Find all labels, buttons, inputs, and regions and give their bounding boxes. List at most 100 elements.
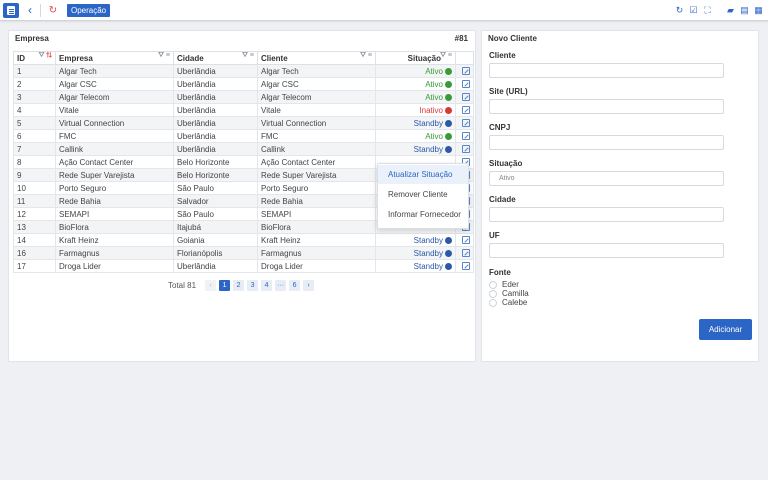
back-button[interactable]: ‹ <box>24 3 36 18</box>
status-label: Standby <box>413 261 443 271</box>
radio-option-camilla[interactable]: Camilla <box>489 289 529 298</box>
radio-option-eder[interactable]: Eder <box>489 280 519 289</box>
record-count: #81 <box>454 34 468 43</box>
table-row[interactable]: 6 FMC Uberlândia FMC Ativo <box>13 129 474 143</box>
radio-button[interactable] <box>489 298 497 307</box>
edit-icon[interactable] <box>462 66 470 75</box>
edit-icon[interactable] <box>462 79 470 88</box>
next-page-button[interactable]: › <box>303 280 315 291</box>
table-row[interactable]: 7 Callink Uberlândia Callink Standby <box>13 142 474 156</box>
app-logo-icon[interactable] <box>3 3 19 18</box>
status-label: Ativo <box>425 79 443 89</box>
site-input[interactable] <box>489 99 724 114</box>
status-label: Ativo <box>425 92 443 102</box>
fullscreen-icon[interactable]: ⛶ <box>702 4 713 16</box>
cell-id: 16 <box>13 246 56 260</box>
cell-cliente: Ação Contact Center <box>257 155 376 169</box>
cell-situacao: Standby <box>375 142 456 156</box>
status-label: Standby <box>413 235 443 245</box>
filter-menu-icon[interactable]: ⛛ ≡ <box>440 53 452 61</box>
table-row[interactable]: 14 Kraft Heinz Goiania Kraft Heinz Standby <box>13 233 474 247</box>
menu-item-remover-cliente[interactable]: Remover Cliente <box>378 185 468 204</box>
status-label: Standby <box>413 248 443 258</box>
column-header-actions <box>455 51 474 65</box>
filter-menu-icon[interactable]: ⛛ ≡ <box>360 53 372 61</box>
panel-header: Empresa #81 <box>9 31 475 46</box>
radio-button[interactable] <box>489 280 497 289</box>
cell-empresa: Algar CSC <box>55 77 174 91</box>
situacao-input[interactable]: Ativo <box>489 171 724 186</box>
filter-menu-icon[interactable]: ⛛ ≡ <box>242 53 254 61</box>
edit-icon[interactable] <box>462 235 470 244</box>
reload-icon[interactable]: ↻ <box>47 4 59 17</box>
table-row[interactable]: 17 Droga Lider Uberlândia Droga Lider Standb… <box>13 259 474 273</box>
status-label: Standby <box>413 118 443 128</box>
table-row[interactable]: 4 Vitale Uberlândia Vitale Inativo <box>13 103 474 117</box>
filter-menu-icon[interactable]: ⛛ ≡ <box>158 53 170 61</box>
cell-empresa: Algar Tech <box>55 64 174 78</box>
table-row[interactable]: 3 Algar Telecom Uberlândia Algar Telecom Ati… <box>13 90 474 104</box>
radio-option-calebe[interactable]: Calebe <box>489 298 527 307</box>
edit-icon[interactable] <box>462 261 470 270</box>
cell-id: 1 <box>13 64 56 78</box>
cell-empresa: Kraft Heinz <box>55 233 174 247</box>
cell-cliente: Kraft Heinz <box>257 233 376 247</box>
table-row[interactable]: 1 Algar Tech Uberlândia Algar Tech Ativo <box>13 64 474 78</box>
filter-sort-icon[interactable]: ⛛ ⇅ <box>39 53 52 61</box>
column-header-cliente[interactable]: Cliente ⛛ ≡ <box>257 51 376 65</box>
grid-icon[interactable]: ▦ <box>753 4 764 16</box>
page-ellipsis[interactable]: ··· <box>275 280 287 291</box>
page-button-3[interactable]: 3 <box>247 280 259 291</box>
cliente-input[interactable] <box>489 63 724 78</box>
tab-operacao[interactable]: Operação <box>67 4 111 17</box>
prev-page-button[interactable]: ‹ <box>205 280 217 291</box>
radio-button[interactable] <box>489 289 497 298</box>
menu-item-atualizar-situacao[interactable]: Atualizar Situação <box>378 165 468 184</box>
cell-cidade: Uberlândia <box>173 77 258 91</box>
menu-item-informar-fornecedor[interactable]: Informar Fornecedor <box>378 205 468 224</box>
status-dot-icon <box>445 132 452 140</box>
column-header-id[interactable]: ID ⛛ ⇅ <box>13 51 56 65</box>
cell-cidade: Uberlândia <box>173 103 258 117</box>
edit-icon[interactable] <box>462 92 470 101</box>
uf-label: UF <box>489 231 500 240</box>
column-header-situacao[interactable]: Situação ⛛ ≡ <box>375 51 456 65</box>
top-bar: ‹ ↻ Operação ↻ ☑ ⛶ ▰ ▤ ▦ <box>0 0 768 21</box>
cell-cliente: Algar CSC <box>257 77 376 91</box>
column-header-empresa[interactable]: Empresa ⛛ ≡ <box>55 51 174 65</box>
cell-empresa: Rede Bahia <box>55 194 174 208</box>
status-dot-icon <box>445 262 452 270</box>
page-button-1[interactable]: 1 <box>219 280 231 291</box>
edit-icon[interactable] <box>462 131 470 140</box>
page-button-4[interactable]: 4 <box>261 280 273 291</box>
table-row[interactable]: 5 Virtual Connection Uberlândia Virtual Con… <box>13 116 474 130</box>
refresh-icon[interactable]: ↻ <box>674 4 685 16</box>
edit-icon[interactable] <box>462 248 470 257</box>
book-icon[interactable]: ▤ <box>739 4 750 16</box>
cidade-input[interactable] <box>489 207 724 222</box>
status-dot-icon <box>445 145 452 153</box>
table-row[interactable]: 16 Farmagnus Florianópolis Farmagnus Standby <box>13 246 474 260</box>
status-dot-icon <box>445 119 452 127</box>
cell-situacao: Ativo <box>375 90 456 104</box>
cnpj-label: CNPJ <box>489 123 511 132</box>
adicionar-button[interactable]: Adicionar <box>699 319 752 340</box>
edit-icon[interactable] <box>462 105 470 114</box>
edit-icon[interactable] <box>462 144 470 153</box>
page-button-6[interactable]: 6 <box>289 280 301 291</box>
cnpj-input[interactable] <box>489 135 724 150</box>
table-row[interactable]: 2 Algar CSC Uberlândia Algar CSC Ativo <box>13 77 474 91</box>
checklist-icon[interactable]: ☑ <box>688 4 699 16</box>
cell-cidade: Itajubá <box>173 220 258 234</box>
edit-icon[interactable] <box>462 118 470 127</box>
cell-situacao: Ativo <box>375 129 456 143</box>
uf-input[interactable] <box>489 243 724 258</box>
page-button-2[interactable]: 2 <box>233 280 245 291</box>
cell-cliente: FMC <box>257 129 376 143</box>
cards-icon[interactable]: ▰ <box>725 4 736 16</box>
cell-situacao: Standby <box>375 259 456 273</box>
column-header-cidade[interactable]: Cidade ⛛ ≡ <box>173 51 258 65</box>
cell-id: 9 <box>13 168 56 182</box>
cell-empresa: Rede Super Varejista <box>55 168 174 182</box>
cell-cliente: Algar Tech <box>257 64 376 78</box>
